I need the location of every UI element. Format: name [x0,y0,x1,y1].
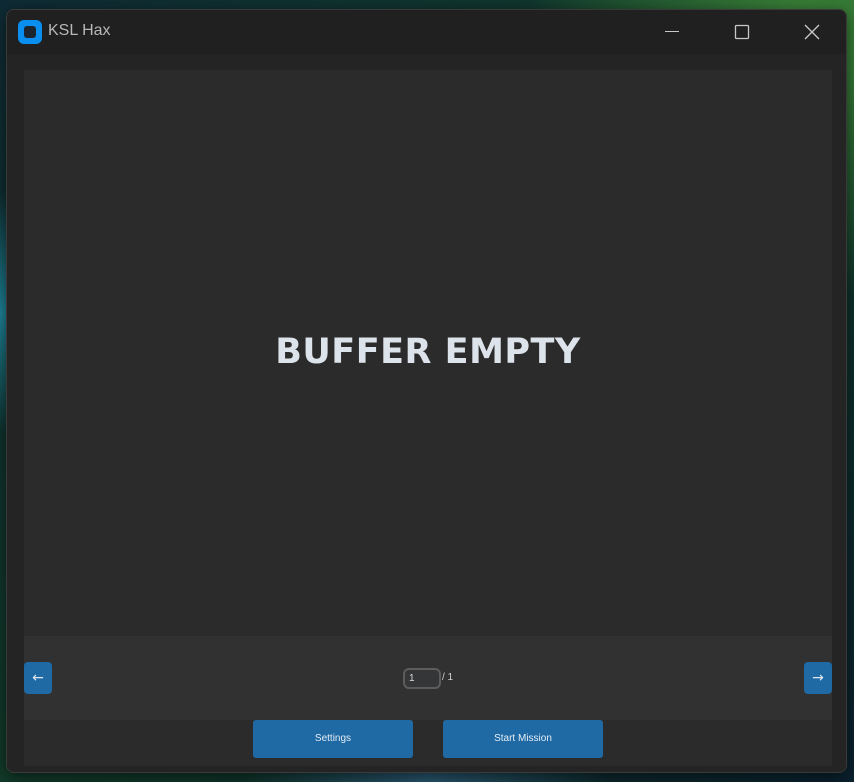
previous-page-button[interactable]: ← [24,662,52,694]
action-bar: Settings Start Mission [24,720,832,766]
minimize-button[interactable] [637,10,707,54]
minimize-icon [665,31,679,32]
start-mission-button[interactable]: Start Mission [443,720,603,758]
settings-button[interactable]: Settings [253,720,413,758]
pagination-bar: ← / 1 → [24,636,832,720]
buffer-status-message: BUFFER EMPTY [275,332,581,372]
maximize-button[interactable] [707,10,777,54]
close-button[interactable] [777,10,846,54]
maximize-icon [734,24,750,40]
page-number-input[interactable] [403,668,441,689]
close-icon [804,24,820,40]
buffer-display: BUFFER EMPTY [24,70,832,636]
page-total-label: / 1 [442,672,454,683]
main-content: BUFFER EMPTY ← / 1 → Settings Start Miss… [7,54,846,772]
next-page-button[interactable]: → [804,662,832,694]
title-bar[interactable]: KSL Hax [7,10,846,54]
app-window: KSL Hax BUFFER EMPTY ← / 1 → [6,9,847,773]
window-title: KSL Hax [48,22,111,39]
app-logo-icon [18,20,42,44]
